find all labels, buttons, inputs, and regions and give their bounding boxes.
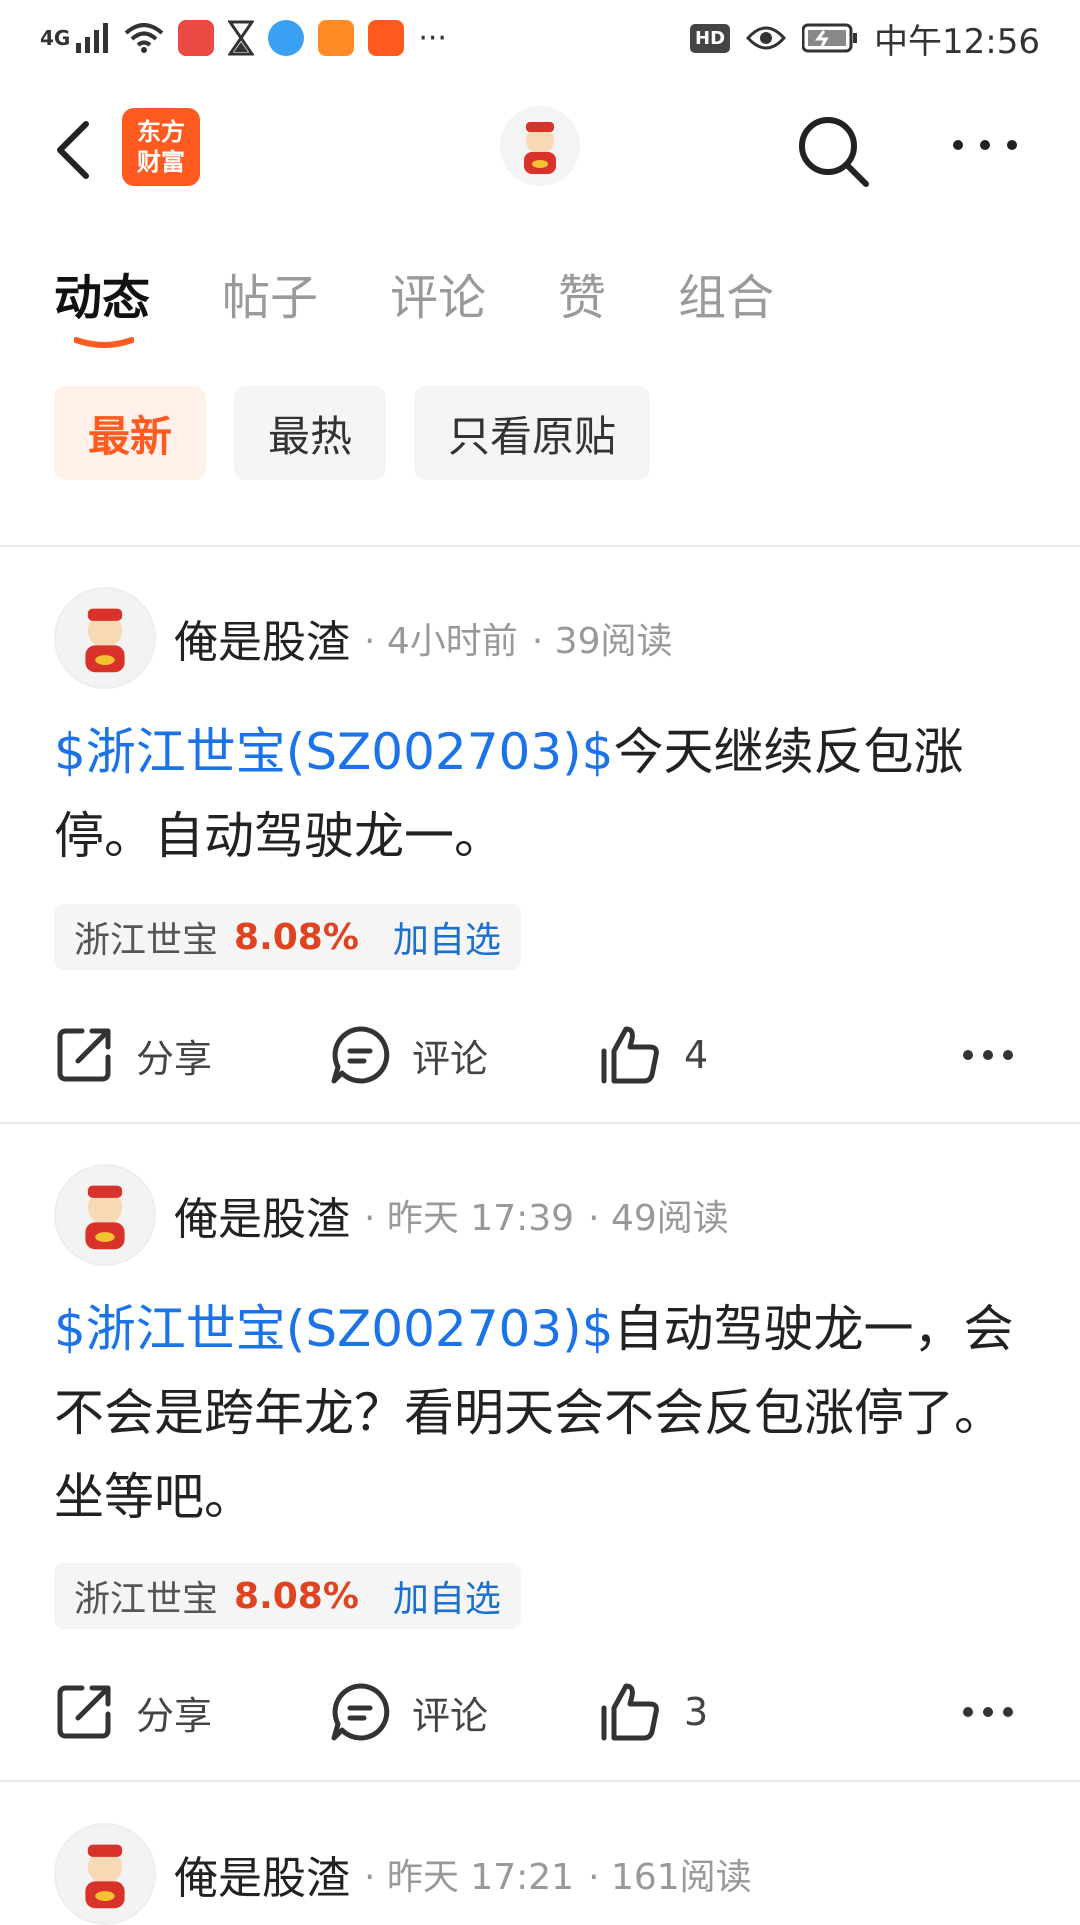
comment-label: 评论	[412, 1693, 489, 1738]
back-arrow-icon[interactable]	[48, 118, 98, 182]
filter-original-only[interactable]: 只看原贴	[414, 386, 651, 480]
filter-latest[interactable]: 最新	[54, 386, 207, 480]
browser-app-icon	[268, 20, 305, 56]
stock-tag-percent: 8.08%	[234, 1575, 359, 1617]
divider	[0, 1780, 1080, 1782]
stock-tag[interactable]: 浙江世宝 8.08% 加自选	[54, 904, 521, 970]
top-nav-bar: 东方 财富	[0, 90, 1080, 210]
logo-line-1: 东方	[137, 118, 185, 146]
stock-link[interactable]: $浙江世宝(SZ002703)$	[54, 723, 614, 781]
stock-link[interactable]: $浙江世宝(SZ002703)$	[54, 1300, 614, 1358]
post-card[interactable]: 俺是股渣 · 4小时前 · 39阅读 $浙江世宝(SZ002703)$今天继续反…	[0, 587, 1080, 1108]
status-bar: 4G ··· HD 中午12:56	[0, 0, 1080, 80]
huawei-app-icon	[178, 20, 215, 56]
logo-line-2: 财富	[137, 148, 185, 176]
post-card[interactable]: 俺是股渣 · 昨天 17:21 · 161阅读	[0, 1823, 1080, 1925]
more-options-icon[interactable]	[950, 130, 1020, 160]
like-button[interactable]: 3	[600, 1677, 708, 1747]
read-count: · 161阅读	[588, 1857, 752, 1898]
avatar[interactable]	[54, 1823, 156, 1925]
divider	[0, 545, 1080, 547]
post-more-icon[interactable]	[962, 1697, 1014, 1727]
filter-hottest[interactable]: 最热	[234, 386, 387, 480]
stock-tag-name: 浙江世宝	[74, 920, 219, 961]
comment-label: 评论	[412, 1036, 489, 1081]
username[interactable]: 俺是股渣	[174, 1183, 350, 1247]
signal-icon	[76, 23, 109, 53]
username[interactable]: 俺是股渣	[174, 606, 350, 670]
share-icon	[57, 1685, 111, 1739]
tab-portfolio[interactable]: 组合	[678, 258, 774, 328]
profile-avatar[interactable]	[500, 106, 580, 186]
video-app-icon	[318, 20, 355, 56]
thumbs-up-icon	[601, 1026, 659, 1084]
comment-icon	[331, 1026, 390, 1084]
username[interactable]: 俺是股渣	[174, 1842, 350, 1906]
add-watchlist-button[interactable]: 加自选	[393, 1570, 501, 1622]
share-button[interactable]: 分享	[54, 1677, 212, 1747]
post-time: · 昨天 17:21	[364, 1857, 575, 1898]
tab-posts[interactable]: 帖子	[222, 258, 318, 328]
eastmoney-app-icon	[368, 20, 405, 56]
more-notifications-icon: ···	[418, 20, 447, 56]
stock-tag[interactable]: 浙江世宝 8.08% 加自选	[54, 1563, 521, 1629]
tab-dynamics[interactable]: 动态	[54, 258, 150, 348]
eye-icon	[746, 26, 787, 50]
like-count: 3	[684, 1690, 709, 1734]
thumbs-up-icon	[601, 1683, 659, 1741]
share-button[interactable]: 分享	[54, 1020, 212, 1090]
hd-badge: HD	[690, 23, 731, 53]
active-tab-underline	[74, 337, 134, 348]
comment-button[interactable]: 评论	[330, 1677, 488, 1747]
share-label: 分享	[136, 1036, 213, 1081]
post-actions: 分享 评论 4	[54, 1020, 1014, 1090]
content-tabs: 动态 帖子 评论 赞 组合	[54, 258, 846, 348]
comment-icon	[331, 1683, 390, 1741]
stock-tag-percent: 8.08%	[234, 916, 359, 958]
like-button[interactable]: 4	[600, 1020, 708, 1090]
post-time: · 昨天 17:39	[364, 1198, 575, 1239]
read-count: · 49阅读	[588, 1198, 729, 1239]
share-icon	[57, 1028, 111, 1082]
tab-likes[interactable]: 赞	[558, 258, 606, 328]
clock: 中午12:56	[874, 21, 1040, 62]
network-type: 4G	[40, 26, 71, 50]
post-card[interactable]: 俺是股渣 · 昨天 17:39 · 49阅读 $浙江世宝(SZ002703)$自…	[0, 1164, 1080, 1765]
post-more-icon[interactable]	[962, 1040, 1014, 1070]
post-body[interactable]: $浙江世宝(SZ002703)$今天继续反包涨停。自动驾驶龙一。	[54, 710, 1014, 878]
share-label: 分享	[136, 1693, 213, 1738]
stock-tag-name: 浙江世宝	[74, 1579, 219, 1620]
like-count: 4	[684, 1033, 709, 1077]
god-of-wealth-avatar-icon	[85, 1844, 125, 1909]
post-body[interactable]: $浙江世宝(SZ002703)$自动驾驶龙一，会不会是跨年龙？看明天会不会反包涨…	[54, 1287, 1014, 1539]
post-actions: 分享 评论 3	[54, 1677, 1014, 1747]
filter-chips: 最新 最热 只看原贴	[54, 386, 651, 480]
tab-comments[interactable]: 评论	[390, 258, 486, 328]
wifi-icon	[125, 23, 164, 53]
comment-button[interactable]: 评论	[330, 1020, 488, 1090]
eastmoney-logo[interactable]: 东方 财富	[122, 108, 200, 186]
read-count: · 39阅读	[531, 621, 673, 662]
post-time: · 4小时前	[364, 621, 518, 662]
search-icon[interactable]	[796, 114, 872, 190]
add-watchlist-button[interactable]: 加自选	[393, 911, 501, 963]
divider	[0, 1122, 1080, 1124]
avatar[interactable]	[54, 587, 156, 689]
avatar[interactable]	[54, 1164, 156, 1266]
god-of-wealth-avatar-icon	[524, 122, 556, 174]
god-of-wealth-avatar-icon	[85, 1185, 125, 1250]
battery-icon	[802, 23, 858, 53]
god-of-wealth-avatar-icon	[85, 608, 125, 673]
hourglass-icon	[228, 20, 255, 56]
